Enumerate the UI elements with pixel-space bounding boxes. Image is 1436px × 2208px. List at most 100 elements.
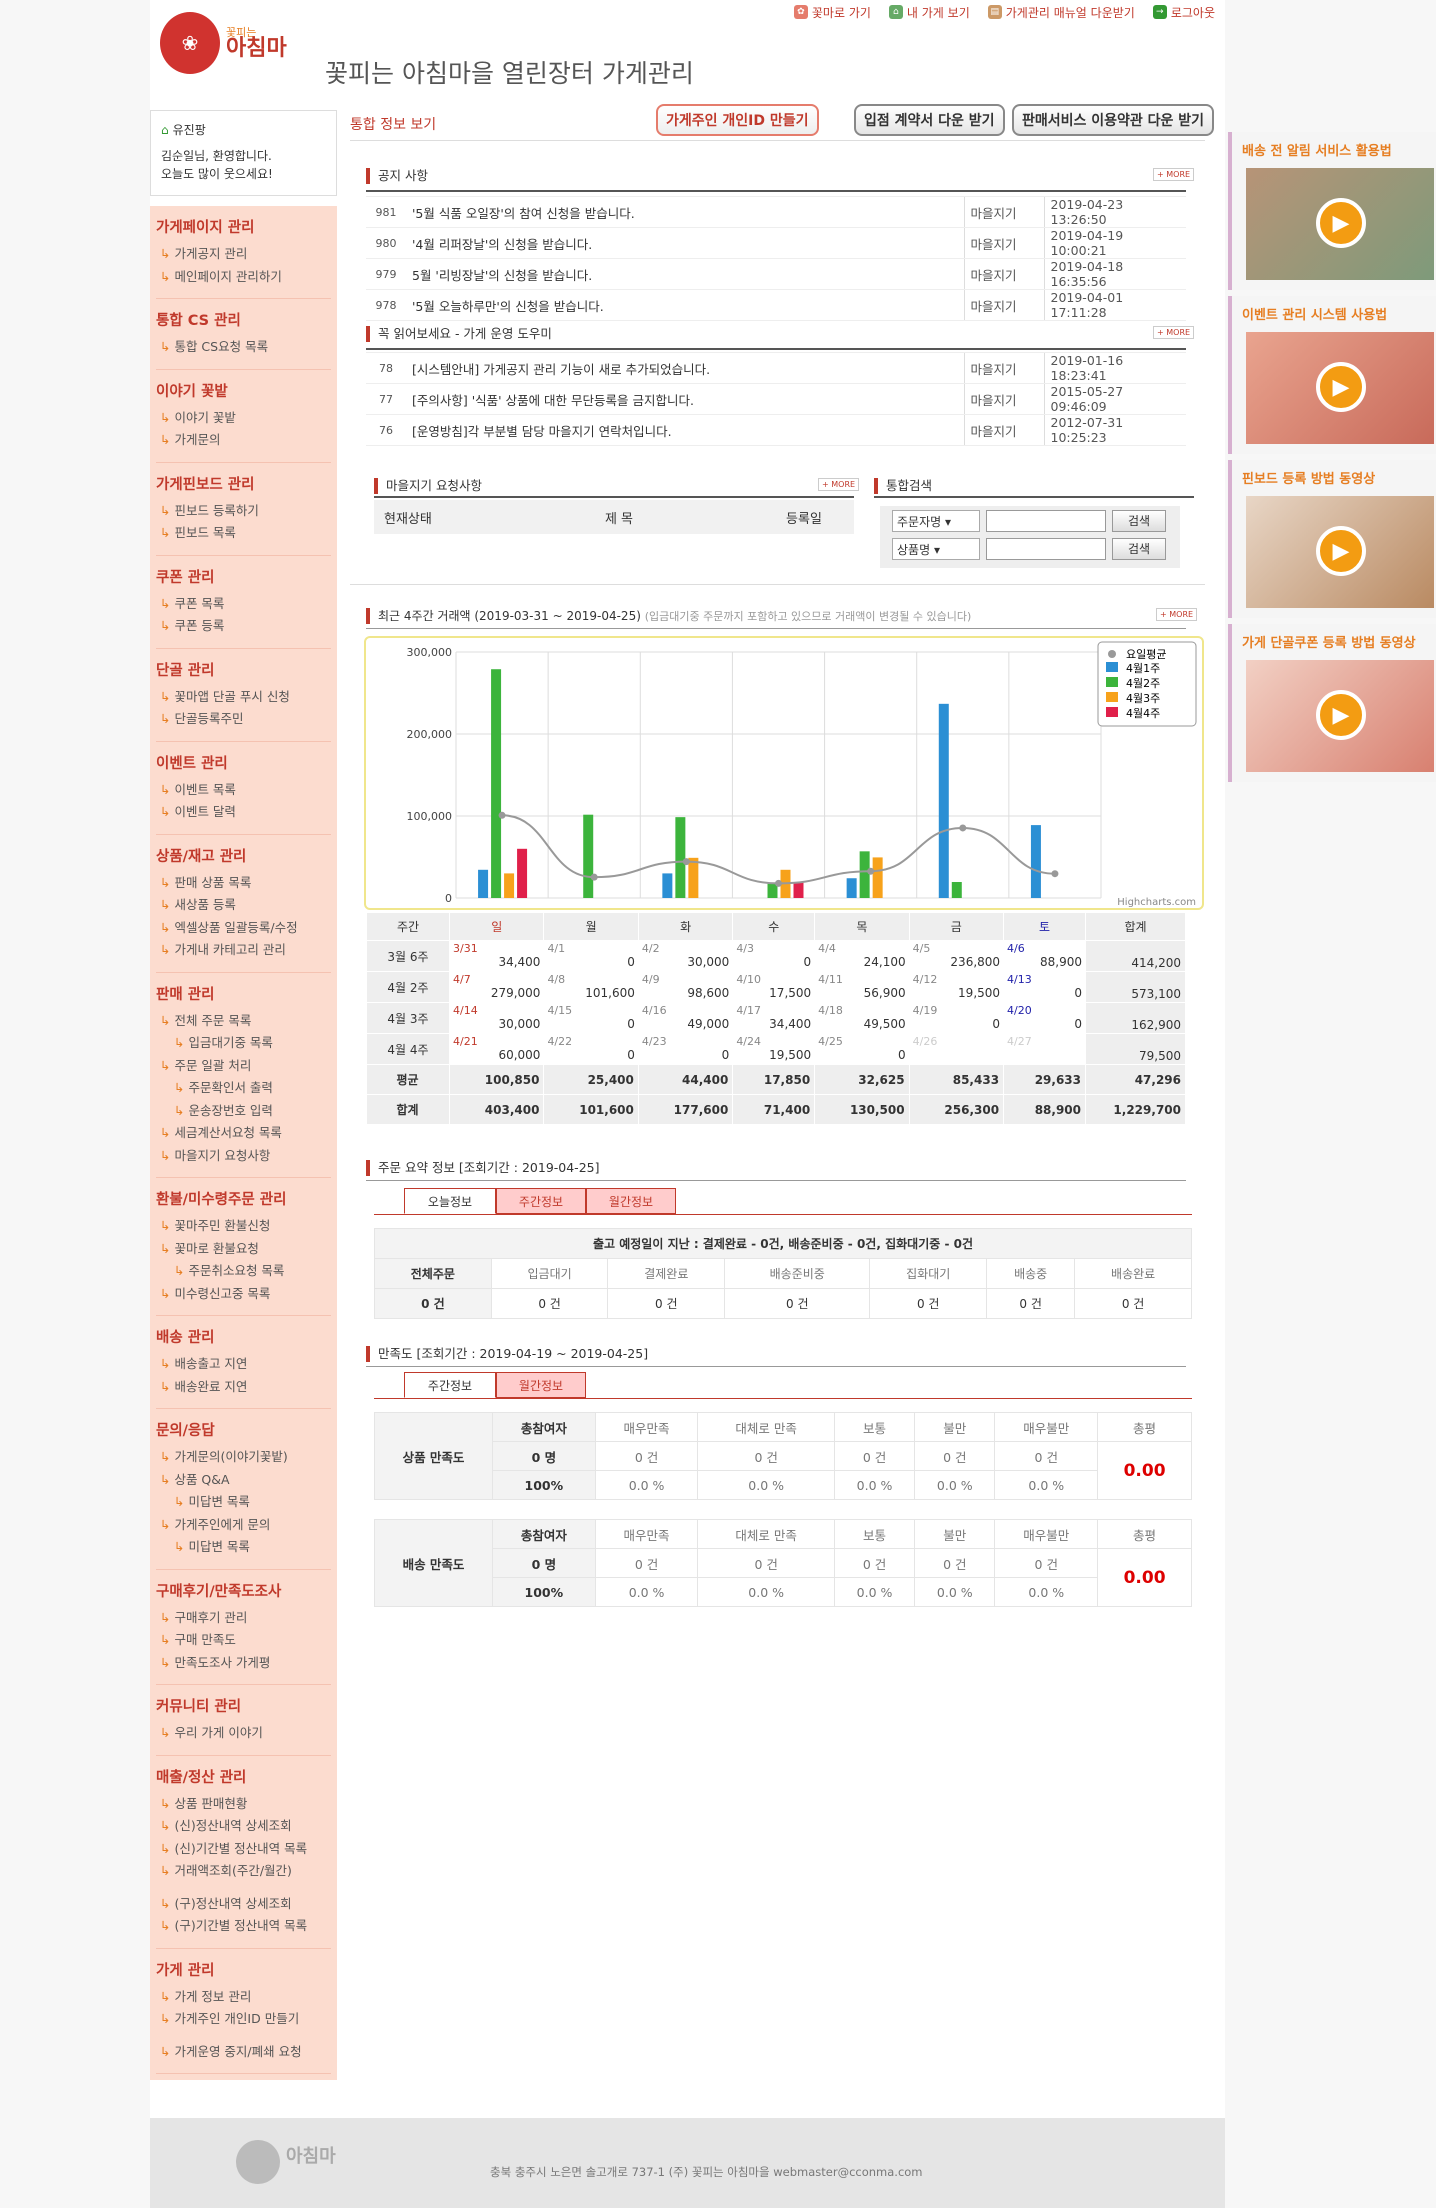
menu-item[interactable]: 만족도조사 가게평 [156, 1652, 331, 1675]
menu-item[interactable]: (신)정산내역 상세조회 [156, 1815, 331, 1838]
menu-item[interactable]: 이벤트 목록 [156, 779, 331, 802]
notice-more-button[interactable]: + MORE [1153, 168, 1195, 181]
menu-section-title[interactable]: 배송 관리 [156, 1326, 331, 1347]
menu-item[interactable]: 단골등록주민 [156, 708, 331, 731]
menu-item[interactable]: 핀보드 목록 [156, 522, 331, 545]
ad-pinboard-video[interactable]: 핀보드 등록 방법 동영상 ▶ [1228, 460, 1436, 618]
notice-row[interactable]: 980'4월 리퍼장날'의 신청을 받습니다. 마을지기 2019-04-19 10… [366, 227, 1186, 259]
menu-item[interactable]: 쿠폰 등록 [156, 615, 331, 638]
row-title[interactable]: [운영방침]각 부분별 담당 마을지기 연락처입니다. [406, 414, 964, 446]
menu-section-title[interactable]: 가게페이지 관리 [156, 216, 331, 237]
guide-more-button[interactable]: + MORE [1153, 326, 1195, 339]
menu-section-title[interactable]: 문의/응답 [156, 1419, 331, 1440]
menu-item[interactable]: 구매후기 관리 [156, 1607, 331, 1630]
menu-item[interactable]: 구매 만족도 [156, 1629, 331, 1652]
contract-download-button[interactable]: 입점 계약서 다운 받기 [854, 104, 1005, 136]
search-type-select-2[interactable]: 상품명 ▾ [892, 538, 980, 560]
menu-section-title[interactable]: 이야기 꽃밭 [156, 380, 331, 401]
cconma-link[interactable]: ✿ 꽃마로 가기 [793, 2, 871, 22]
menu-item[interactable]: 가게 정보 관리 [156, 1986, 331, 2009]
order-value[interactable]: 0 건 [1074, 1288, 1192, 1319]
menu-section-title[interactable]: 판매 관리 [156, 983, 331, 1004]
menu-section-title[interactable]: 가게 관리 [156, 1959, 331, 1980]
menu-section-title[interactable]: 단골 관리 [156, 659, 331, 680]
menu-item[interactable]: 이야기 꽃밭 [156, 407, 331, 430]
order-value[interactable]: 0 건 [869, 1288, 988, 1319]
menu-item[interactable]: 가게문의 [156, 429, 331, 452]
menu-section-title[interactable]: 상품/재고 관리 [156, 845, 331, 866]
menu-item[interactable]: 가게주인 개인ID 만들기 [156, 2008, 331, 2031]
notice-row[interactable]: 77 [주의사항] '식품' 상품에 대한 무단등록을 금지합니다. 마을지기 201… [366, 383, 1186, 415]
notice-row[interactable]: 78 [시스템안내] 가게공지 관리 기능이 새로 추가되었습니다. 마을지기 201… [366, 352, 1186, 384]
order-value[interactable]: 0 건 [607, 1288, 726, 1319]
menu-item[interactable]: 미답변 목록 [156, 1536, 331, 1559]
menu-section-title[interactable]: 구매후기/만족도조사 [156, 1580, 331, 1601]
menu-item[interactable]: 가게공지 관리 [156, 243, 331, 266]
menu-section-title[interactable]: 매출/정산 관리 [156, 1766, 331, 1787]
row-title[interactable]: [주의사항] '식품' 상품에 대한 무단등록을 금지합니다. [406, 383, 964, 415]
notice-row[interactable]: 76 [운영방침]각 부분별 담당 마을지기 연락처입니다. 마을지기 2012-07… [366, 414, 1186, 446]
menu-item[interactable]: 상품 판매현황 [156, 1793, 331, 1816]
menu-item[interactable]: 메인페이지 관리하기 [156, 266, 331, 289]
notice-row[interactable]: 979 5월 '리빙장날'의 신청을 받습니다. 마을지기 2019-04-18 16… [366, 258, 1186, 290]
notice-row[interactable]: 981'5월 식품 오일장'의 참여 신청을 받습니다. 마을지기 2019-04-… [366, 196, 1186, 228]
menu-item[interactable]: 가게주인에게 문의 [156, 1514, 331, 1537]
menu-item[interactable]: 배송출고 지연 [156, 1353, 331, 1376]
menu-item[interactable]: (신)기간별 정산내역 목록 [156, 1838, 331, 1861]
ad-coupon-video[interactable]: 가게 단골쿠폰 등록 방법 동영상 ▶ [1228, 624, 1436, 782]
menu-item[interactable]: 가게운영 중지/폐쇄 요청 [156, 2041, 331, 2064]
my-store-link[interactable]: ⌂ 내 가게 보기 [888, 2, 970, 22]
tab-monthly[interactable]: 월간정보 [586, 1188, 676, 1214]
menu-item[interactable]: 상품 Q&A [156, 1469, 331, 1492]
menu-item[interactable]: 핀보드 등록하기 [156, 500, 331, 523]
order-value[interactable]: 0 건 [374, 1288, 492, 1319]
row-title[interactable]: '5월 식품 오일장'의 참여 신청을 받습니다. [406, 196, 964, 228]
menu-item[interactable]: 거래액조회(주간/월간) [156, 1860, 331, 1883]
ad-event-system[interactable]: 이벤트 관리 시스템 사용법 ▶ [1228, 296, 1436, 454]
search-type-select-1[interactable]: 주문자명 ▾ [892, 510, 980, 532]
menu-item[interactable]: (구)기간별 정산내역 목록 [156, 1915, 331, 1938]
menu-section-title[interactable]: 쿠폰 관리 [156, 566, 331, 587]
tab-satis-monthly[interactable]: 월간정보 [496, 1372, 586, 1398]
menu-item[interactable]: 판매 상품 목록 [156, 872, 331, 895]
menu-item[interactable]: 주문확인서 출력 [156, 1077, 331, 1100]
menu-item[interactable]: 주문 일괄 처리 [156, 1055, 331, 1078]
manual-download-link[interactable]: ▤ 가게관리 매뉴얼 다운받기 [987, 2, 1135, 22]
menu-section-title[interactable]: 커뮤니티 관리 [156, 1695, 331, 1716]
menu-item[interactable]: 우리 가게 이야기 [156, 1722, 331, 1745]
menu-item[interactable]: 가게문의(이야기꽃밭) [156, 1446, 331, 1469]
search-button-1[interactable]: 검색 [1112, 510, 1166, 532]
menu-section-title[interactable]: 가게핀보드 관리 [156, 473, 331, 494]
menu-item[interactable]: 꽃마앱 단골 푸시 신청 [156, 686, 331, 709]
menu-item[interactable]: 마을지기 요청사항 [156, 1145, 331, 1168]
search-input-1[interactable] [986, 510, 1106, 532]
menu-item[interactable]: 꽃마로 환불요청 [156, 1238, 331, 1261]
terms-download-button[interactable]: 판매서비스 이용약관 다운 받기 [1012, 104, 1215, 136]
order-value[interactable]: 0 건 [986, 1288, 1076, 1319]
menu-item[interactable]: 새상품 등록 [156, 894, 331, 917]
menu-item[interactable]: 전체 주문 목록 [156, 1010, 331, 1033]
menu-item[interactable]: 가게내 카테고리 관리 [156, 939, 331, 962]
owner-id-button[interactable]: 가게주인 개인ID 만들기 [656, 104, 819, 136]
row-title[interactable]: [시스템안내] 가게공지 관리 기능이 새로 추가되었습니다. [406, 352, 964, 384]
menu-item[interactable]: 운송장번호 입력 [156, 1100, 331, 1123]
trade-more-button[interactable]: + MORE [1156, 608, 1198, 621]
tab-satis-weekly[interactable]: 주간정보 [404, 1372, 496, 1398]
menu-item[interactable]: 입금대기중 목록 [156, 1032, 331, 1055]
ad-delivery-alert[interactable]: 배송 전 알림 서비스 활용법 ▶ [1228, 132, 1436, 290]
requests-more-button[interactable]: + MORE [818, 478, 860, 491]
menu-item[interactable]: 엑셀상품 일괄등록/수정 [156, 917, 331, 940]
row-title[interactable]: 5월 '리빙장날'의 신청을 받습니다. [406, 258, 964, 290]
menu-item[interactable]: 배송완료 지연 [156, 1376, 331, 1399]
tab-today[interactable]: 오늘정보 [404, 1188, 496, 1214]
row-title[interactable]: '4월 리퍼장날'의 신청을 받습니다. [406, 227, 964, 259]
menu-item[interactable]: 주문취소요청 목록 [156, 1260, 331, 1283]
menu-item[interactable]: 이벤트 달력 [156, 801, 331, 824]
row-title[interactable]: '5월 오늘하루만'의 신청을 받습니다. [406, 289, 964, 321]
menu-item[interactable]: (구)정산내역 상세조회 [156, 1893, 331, 1916]
menu-item[interactable]: 미답변 목록 [156, 1491, 331, 1514]
menu-section-title[interactable]: 통합 CS 관리 [156, 309, 331, 330]
search-button-2[interactable]: 검색 [1112, 538, 1166, 560]
logo[interactable]: ❀ 꽃피는 아침마 [160, 12, 287, 74]
tab-weekly[interactable]: 주간정보 [496, 1188, 586, 1214]
